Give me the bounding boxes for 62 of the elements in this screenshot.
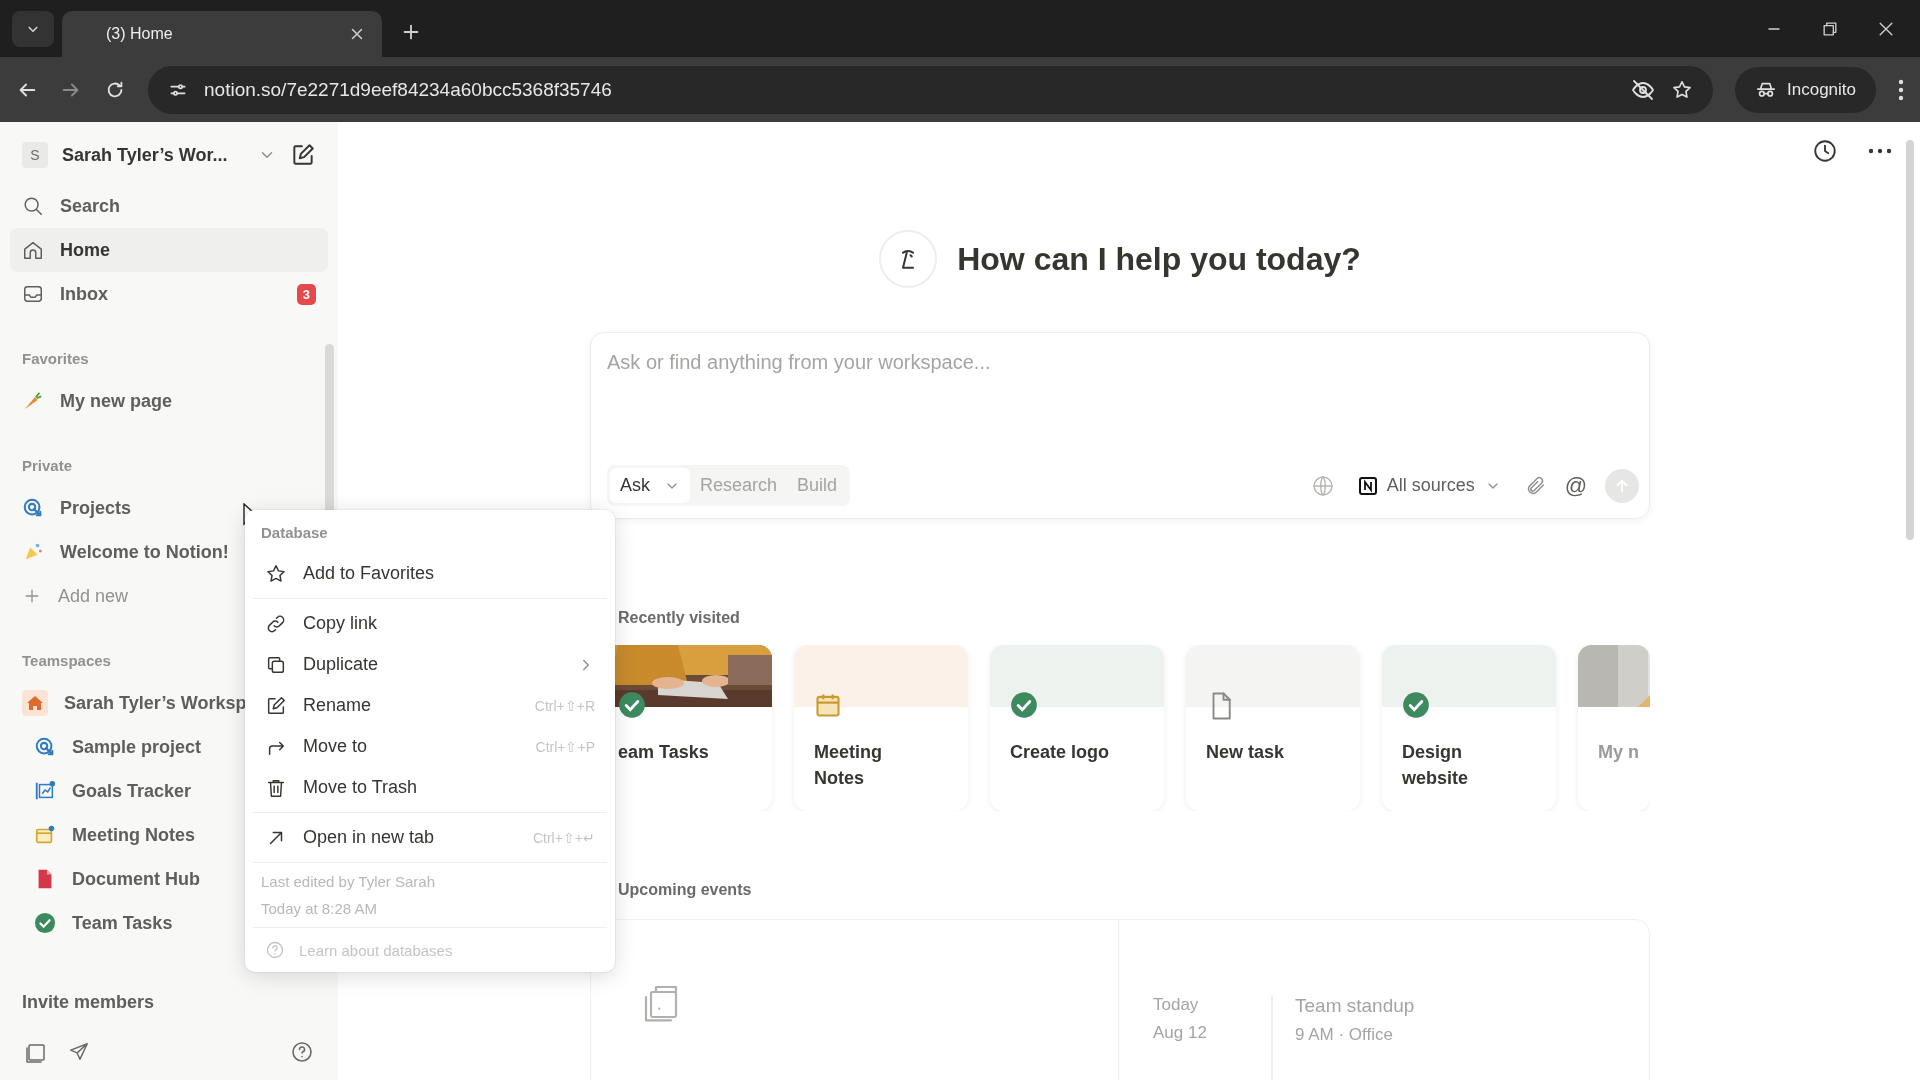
sidebar-item[interactable]: Invite members (10, 980, 328, 1024)
menu-item[interactable]: Copy link (253, 603, 607, 644)
section-heading: Favorites (21, 350, 90, 367)
address-bar[interactable]: notion.so/7e2271d9eef84234a60bcc5368f35746 (148, 65, 1713, 114)
page-heading: How can I help you today? (957, 240, 1361, 278)
edit-icon (265, 694, 287, 717)
edit-info: Last edited by Tyler Sarah (261, 873, 436, 890)
inbox-icon (22, 283, 44, 305)
section-heading: Recently visited (618, 609, 741, 627)
house-icon (22, 690, 48, 716)
chart-icon (34, 780, 56, 802)
page-card[interactable]: New task (1186, 645, 1360, 811)
sidebar-item[interactable]: Search (10, 184, 328, 228)
sidebar-item[interactable]: My new page (10, 379, 328, 423)
send-icon[interactable] (68, 1041, 90, 1063)
help-icon (265, 940, 285, 960)
workspace-switcher[interactable]: Sarah Tyler’s Wor... (62, 144, 244, 166)
event-day: Today (1153, 995, 1271, 1015)
star-icon (265, 562, 287, 585)
page-card[interactable]: Create logo (990, 645, 1164, 811)
event-date: Aug 12 (1153, 1023, 1208, 1043)
mention-button[interactable]: @ (1564, 472, 1587, 499)
target-icon (34, 736, 56, 758)
event-details: 9 AM · Office (1295, 1025, 1394, 1045)
menu-item[interactable]: Open in new tab Ctrl+⇧+↵ (253, 817, 607, 858)
check-icon (1010, 691, 1038, 719)
new-page-icon[interactable] (290, 142, 316, 168)
shortcut-hint: Ctrl+⇧+R (534, 697, 595, 714)
ask-field[interactable]: Ask or find anything from your workspace... Ask Research Build All sources @ (590, 332, 1650, 519)
shortcut-hint: Ctrl+⇧+P (535, 738, 595, 755)
scrollbar[interactable] (1906, 140, 1914, 540)
section-heading: Private (21, 457, 74, 474)
target-icon (22, 497, 44, 519)
home-icon (22, 239, 44, 261)
check-icon (1402, 691, 1430, 719)
history-icon[interactable] (1812, 138, 1838, 164)
assistant-face-icon (879, 230, 938, 288)
sidebar-item[interactable]: Inbox 3 (10, 272, 328, 316)
check-icon (618, 691, 646, 719)
mode-tab[interactable]: Ask (610, 468, 690, 503)
check-icon (34, 912, 56, 934)
shortcut-hint: Ctrl+⇧+↵ (532, 829, 595, 846)
menu-heading: Database (260, 523, 329, 543)
search-icon (22, 195, 44, 217)
page-card[interactable]: Meeting Notes (794, 645, 968, 811)
help-icon[interactable] (290, 1040, 314, 1064)
carrot-icon (22, 390, 44, 412)
bookmark-star-icon[interactable] (1671, 78, 1693, 101)
page-card[interactable]: Design website (1382, 645, 1556, 811)
workspace-avatar: S (22, 142, 48, 168)
eye-off-icon[interactable] (1631, 77, 1655, 102)
menu-icon[interactable] (1898, 78, 1904, 101)
menu-item[interactable]: Add to Favorites (253, 553, 607, 594)
section-heading: Upcoming events (618, 881, 753, 899)
count-badge: 3 (296, 283, 316, 305)
profile-button[interactable]: Incognito (1735, 66, 1876, 113)
sources-dropdown[interactable]: All sources (1352, 474, 1507, 497)
browser-tab[interactable]: (3) Home (62, 11, 382, 57)
notion-logo (1358, 476, 1377, 495)
section-heading: Teamspaces (21, 652, 112, 669)
sidebar-item[interactable]: Home (10, 228, 328, 272)
edit-info: Today at 8:28 AM (261, 900, 378, 917)
